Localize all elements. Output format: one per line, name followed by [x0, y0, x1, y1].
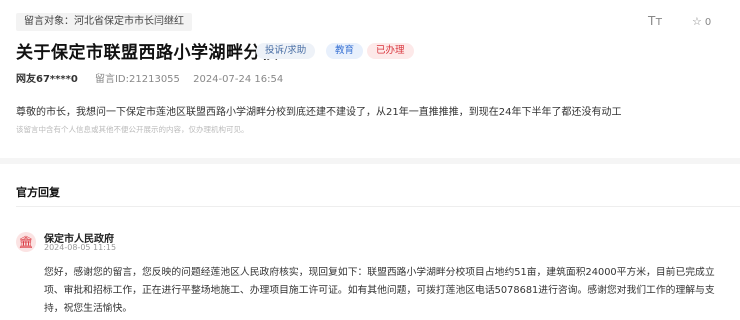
reply-divider: [16, 206, 740, 207]
message-target-tag: 留言对象：河北省保定市市长闫继红: [16, 13, 192, 31]
government-building-icon: 🏛: [16, 232, 36, 252]
reply-time: 2024-08-05 11:15: [44, 243, 117, 252]
message-id: 留言ID:21213055: [94, 74, 180, 85]
status-badge: 已办理: [367, 43, 414, 59]
field-badge: 教育: [326, 43, 364, 59]
username: 网友67****0: [16, 74, 78, 85]
reply-text: 您好，感谢您的留言，您反映的问题经莲池区人民政府核实，现回复如下：联盟西路小学湖…: [44, 267, 715, 314]
message-content: 尊敬的市长，我想问一下保定市莲池区联盟西路小学湖畔分校到底还建不建设了，从21年…: [16, 107, 622, 118]
category-badge: 投诉/求助: [256, 43, 316, 59]
message-title: 关于保定市联盟西路小学湖畔分校: [16, 43, 279, 63]
font-size-icon[interactable]: Tт: [648, 14, 662, 28]
message-meta: 网友67****0 留言ID:21213055 2024-07-24 16:54: [16, 70, 283, 85]
message-datetime: 2024-07-24 16:54: [193, 74, 284, 85]
privacy-notice: 该留言中含有个人信息或其他不便公开展示的内容，仅办理机构可见。: [16, 125, 249, 134]
star-icon: ☆: [692, 15, 702, 28]
reply-section-title: 官方回复: [16, 186, 60, 199]
favorite-count: 0: [704, 17, 712, 28]
section-divider: [0, 158, 740, 164]
favorite-button[interactable]: ☆ 0: [692, 15, 711, 28]
